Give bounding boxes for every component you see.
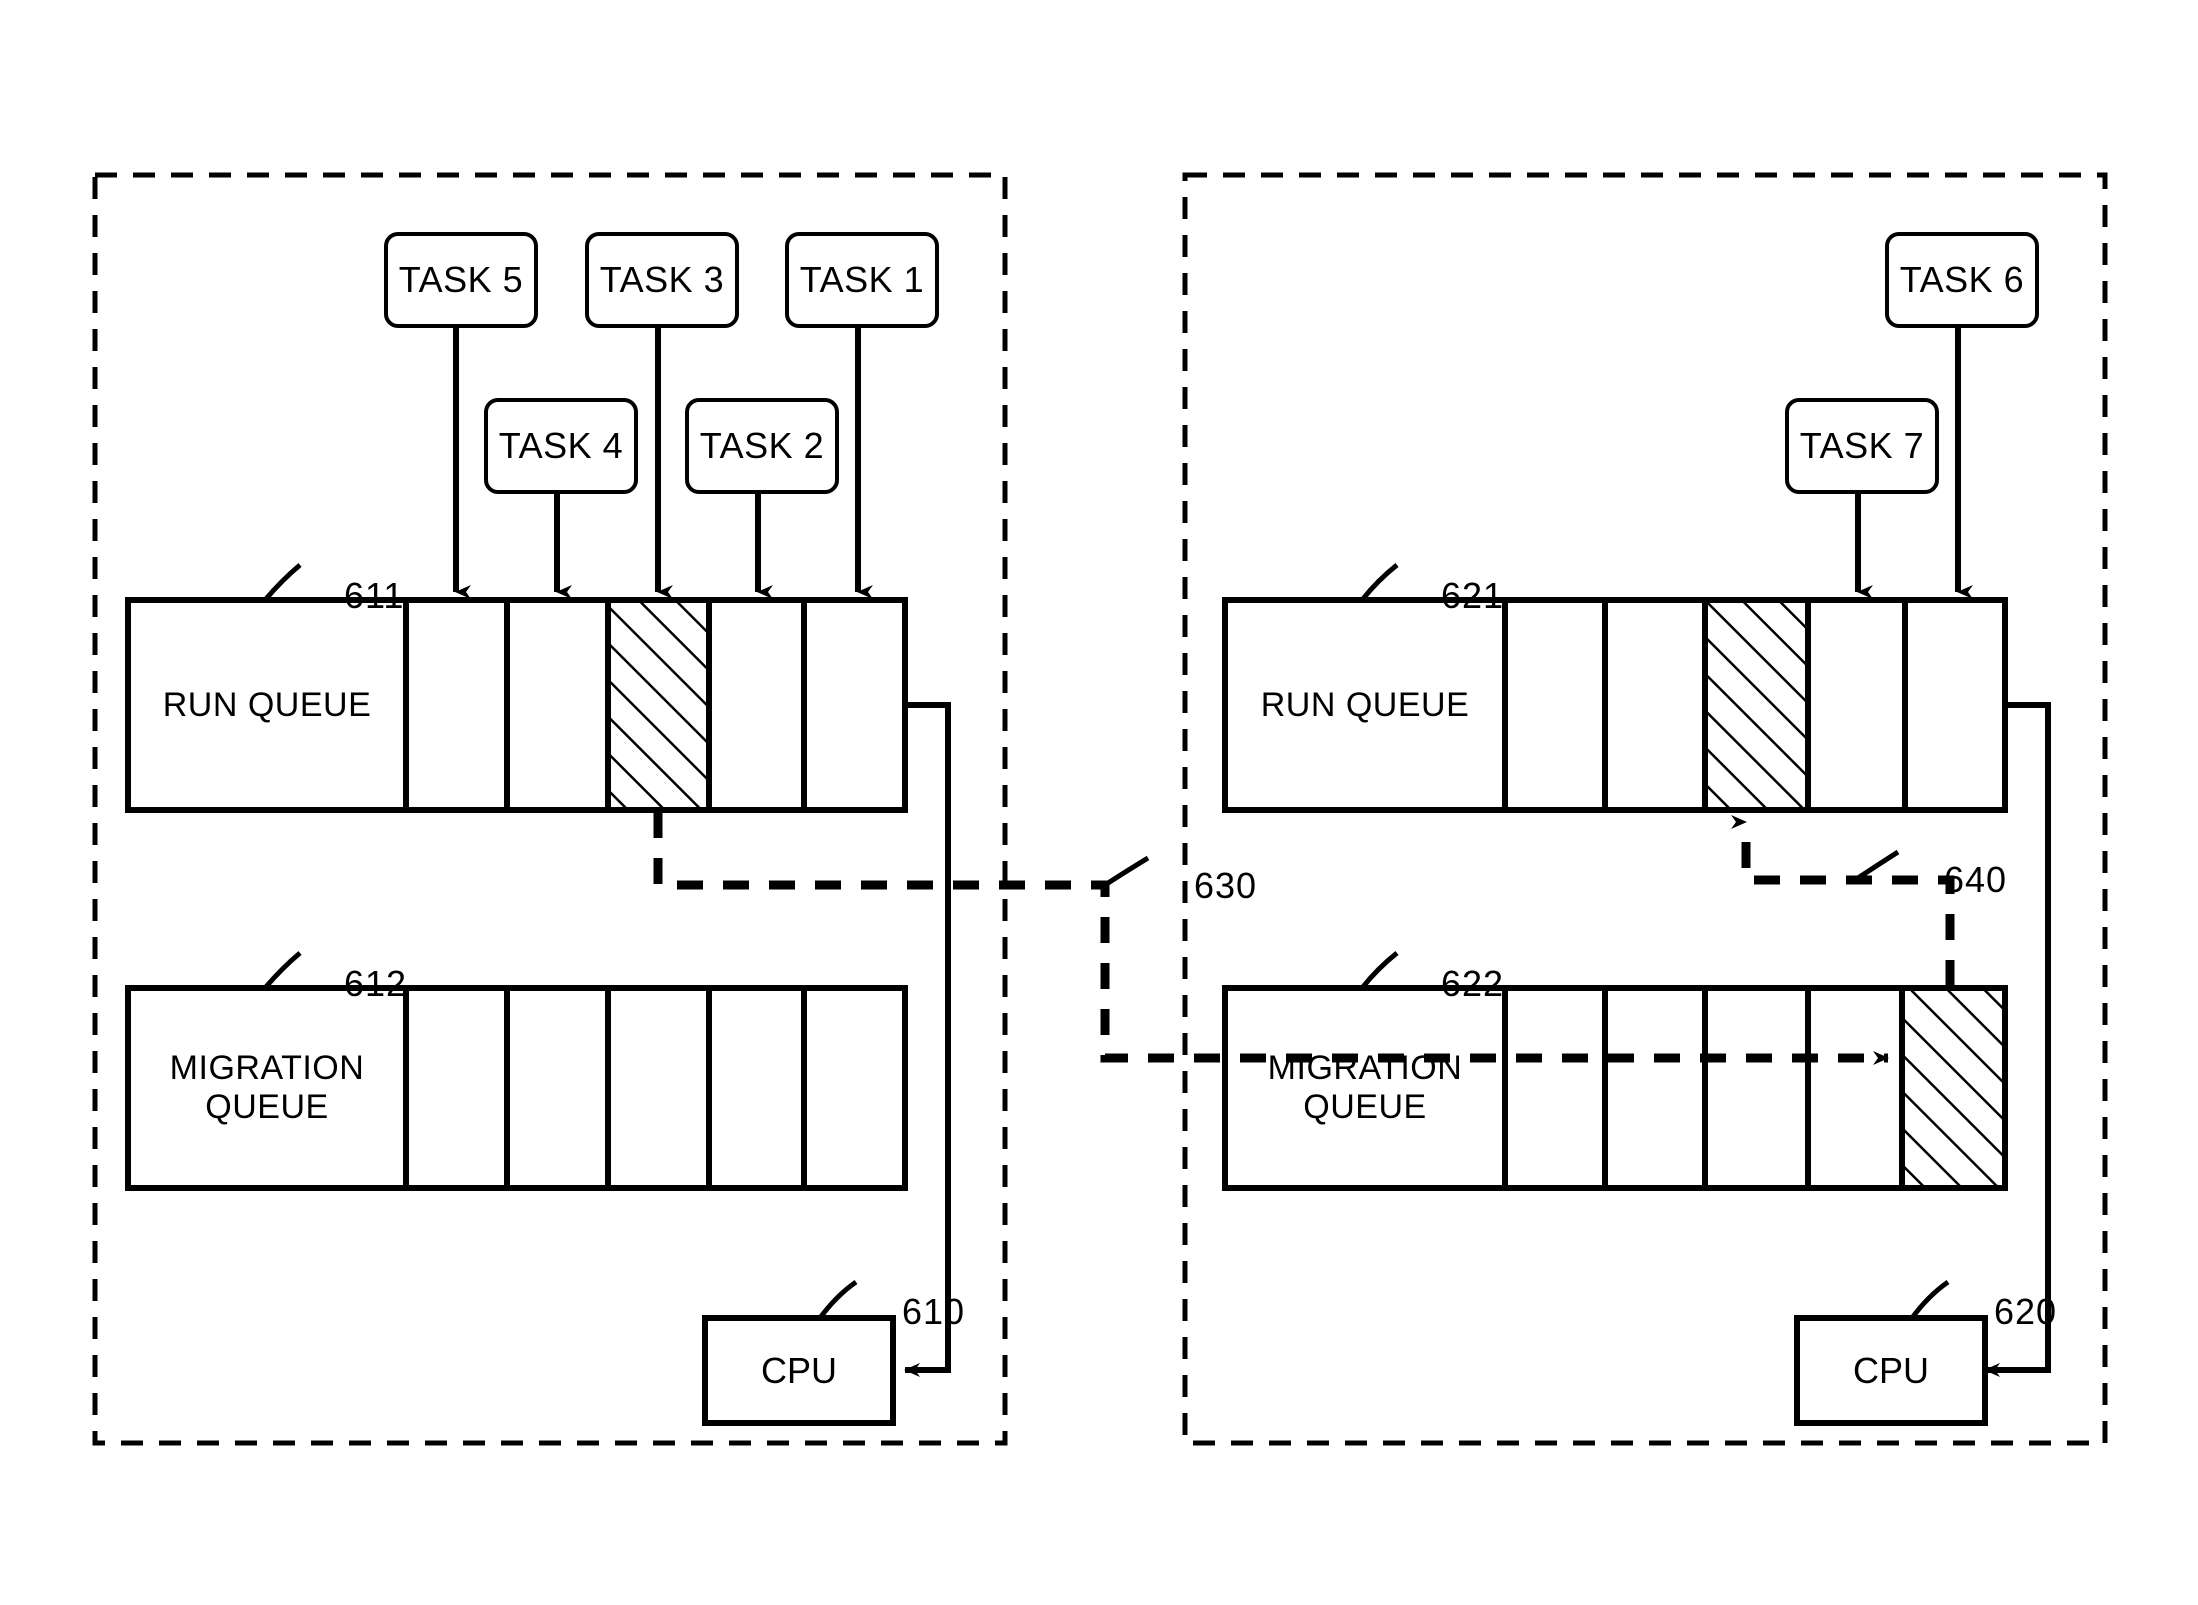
figure-canvas: TASK 5 TASK 4 TASK 3 TASK 2 TASK 1 TASK … bbox=[0, 0, 2198, 1605]
ref-611-text: 611 bbox=[344, 575, 405, 617]
right-migration-queue-label-line1: MIGRATION bbox=[1267, 1049, 1463, 1087]
ref-620-text: 620 bbox=[1994, 1291, 2058, 1333]
task-box-right-0[interactable]: TASK 7 bbox=[1785, 398, 1939, 494]
ref-610-text: 610 bbox=[902, 1291, 966, 1333]
left-migration-queue-ref-leader bbox=[263, 951, 302, 990]
ref-630-text: 630 bbox=[1194, 865, 1258, 907]
right-cpu-ref-leader bbox=[1909, 1279, 1950, 1320]
right-run-queue-cell-hatched bbox=[1702, 597, 1811, 813]
ref-630: 630 bbox=[1150, 826, 1257, 947]
left-cpu-ref-leader bbox=[817, 1279, 858, 1320]
task-label: TASK 4 bbox=[498, 425, 624, 466]
task-box-left-4[interactable]: TASK 1 bbox=[785, 232, 939, 328]
ref-610: 610 bbox=[858, 1252, 965, 1373]
ref-620: 620 bbox=[1950, 1252, 2057, 1373]
task-box-left-0[interactable]: TASK 5 bbox=[384, 232, 538, 328]
task-box-left-1[interactable]: TASK 4 bbox=[484, 398, 638, 494]
right-migration-queue-ref-leader bbox=[1360, 951, 1399, 990]
right-migration-queue-label-line2: QUEUE bbox=[1303, 1088, 1427, 1126]
task-label: TASK 7 bbox=[1799, 425, 1925, 466]
ref-612: 612 bbox=[300, 924, 407, 1045]
left-run-queue-ref-leader bbox=[263, 563, 302, 602]
ref-640-text: 640 bbox=[1944, 859, 2008, 901]
left-migration-queue-label-line1: MIGRATION bbox=[169, 1049, 365, 1087]
task-label: TASK 3 bbox=[599, 259, 725, 300]
task-label: TASK 6 bbox=[1899, 259, 2025, 300]
ref-622: 622 bbox=[1397, 924, 1504, 1045]
right-cpu-label-text: CPU bbox=[1852, 1349, 1929, 1391]
task-box-left-2[interactable]: TASK 3 bbox=[585, 232, 739, 328]
task-label: TASK 2 bbox=[699, 425, 825, 466]
task-label: TASK 5 bbox=[398, 259, 524, 300]
left-migration-queue-label-line2: QUEUE bbox=[205, 1088, 329, 1126]
ref-640: 640 bbox=[1900, 820, 2007, 941]
right-run-queue-label-text: RUN QUEUE bbox=[1260, 685, 1470, 724]
ref-622-text: 622 bbox=[1441, 963, 1505, 1005]
right-migration-queue-cell-hatched bbox=[1899, 985, 2008, 1191]
task-box-right-1[interactable]: TASK 6 bbox=[1885, 232, 2039, 328]
task-label: TASK 1 bbox=[799, 259, 925, 300]
flow-640-ref-leader bbox=[1853, 849, 1900, 883]
left-cpu-label-text: CPU bbox=[760, 1349, 837, 1391]
ref-612-text: 612 bbox=[344, 963, 408, 1005]
left-run-queue-cell-hatched bbox=[605, 597, 712, 813]
ref-611: 611 bbox=[300, 536, 404, 657]
task-box-left-3[interactable]: TASK 2 bbox=[685, 398, 839, 494]
ref-621: 621 bbox=[1397, 536, 1504, 657]
flow-630-ref-leader bbox=[1103, 855, 1150, 888]
right-run-queue-ref-leader bbox=[1360, 563, 1399, 602]
left-run-queue-label-text: RUN QUEUE bbox=[162, 685, 372, 724]
ref-621-text: 621 bbox=[1441, 575, 1505, 617]
